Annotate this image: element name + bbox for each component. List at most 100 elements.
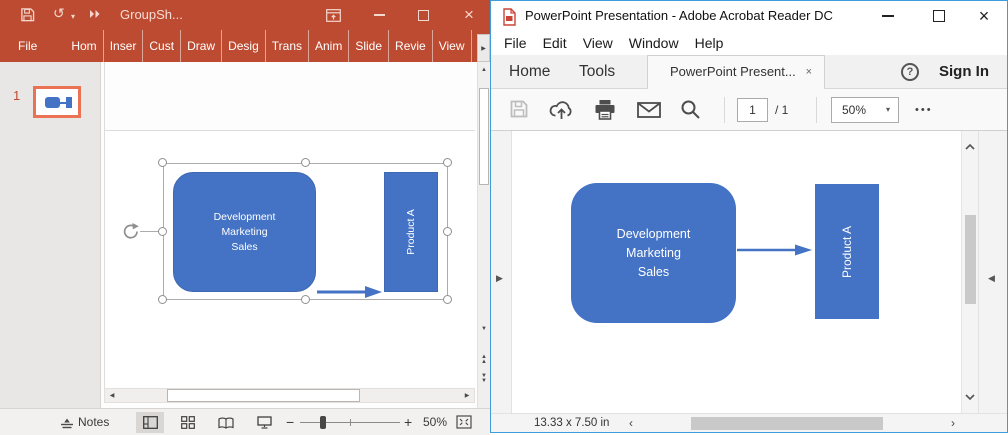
ribbon-tab-home[interactable]: Hom xyxy=(65,30,102,62)
ppt-close-button[interactable]: × xyxy=(459,0,479,30)
ribbon-tab-transitions[interactable]: Trans xyxy=(265,30,308,62)
reading-view-button[interactable] xyxy=(212,412,240,433)
acrobat-horizontal-scrollbar-thumb[interactable] xyxy=(691,417,883,430)
ppt-minimize-button[interactable] xyxy=(370,0,388,30)
tab-close-icon[interactable]: × xyxy=(806,56,812,88)
ribbon-tab-scroll-button[interactable]: ▶ xyxy=(477,34,490,62)
email-icon[interactable] xyxy=(637,102,661,123)
pdf-group-shape-line: Marketing xyxy=(626,244,681,263)
help-icon[interactable]: ? xyxy=(901,63,919,81)
ppt-slide-canvas[interactable]: Development Marketing Sales Product A ◀ … xyxy=(100,62,477,408)
group-shape-line: Marketing xyxy=(221,225,267,240)
ribbon-tab-insert[interactable]: Inser xyxy=(103,30,143,62)
fit-slide-to-window-icon[interactable] xyxy=(456,415,472,432)
sign-in-button[interactable]: Sign In xyxy=(939,55,989,89)
ppt-horizontal-scrollbar-thumb[interactable] xyxy=(167,389,360,402)
thumbnail-group-shape xyxy=(45,97,60,108)
product-shape-rectangle[interactable]: Product A xyxy=(384,172,438,292)
slide-sorter-view-button[interactable] xyxy=(174,412,202,433)
ppt-horizontal-scrollbar[interactable]: ◀ ▶ xyxy=(104,388,475,403)
ppt-ribbon-tabs: File Hom Inser Cust Draw Desig Trans Ani… xyxy=(0,30,490,62)
tools-pane-strip: ◀ xyxy=(978,131,1007,413)
acrobat-document-area: ▶ Development Marketing Sales Product A xyxy=(491,131,1007,413)
undo-dropdown-icon[interactable]: ▾ xyxy=(71,9,75,25)
save-icon-disabled[interactable] xyxy=(509,99,529,124)
undo-icon[interactable]: ↺ xyxy=(53,5,65,21)
notes-button[interactable]: Notes xyxy=(78,409,109,435)
selection-handle-top-middle[interactable] xyxy=(301,158,310,167)
zoom-in-button[interactable]: + xyxy=(404,409,412,435)
acrobat-window: PowerPoint Presentation - Adobe Acrobat … xyxy=(490,0,1008,433)
selection-handle-middle-left[interactable] xyxy=(158,227,167,236)
acrobat-vertical-scrollbar[interactable] xyxy=(961,131,978,413)
group-shape-line: Sales xyxy=(231,240,257,255)
print-icon[interactable] xyxy=(594,99,616,125)
cloud-upload-icon[interactable] xyxy=(549,99,574,125)
normal-view-button[interactable] xyxy=(136,412,164,433)
connector-arrow[interactable] xyxy=(317,284,383,305)
ribbon-tab-animations[interactable]: Anim xyxy=(308,30,348,62)
menu-file[interactable]: File xyxy=(496,31,535,55)
zoom-slider-thumb[interactable] xyxy=(320,416,326,429)
acrobat-vertical-scrollbar-thumb[interactable] xyxy=(965,215,976,304)
group-shape-rounded-rectangle[interactable]: Development Marketing Sales xyxy=(173,172,316,292)
acrobat-tab-bar: Home Tools PowerPoint Present... × ? Sig… xyxy=(491,55,1007,89)
save-icon[interactable] xyxy=(20,7,35,25)
navigation-pane-toggle-icon[interactable]: ▶ xyxy=(496,273,503,284)
tab-tools[interactable]: Tools xyxy=(579,55,615,89)
ppt-maximize-button[interactable] xyxy=(414,0,432,30)
scroll-down-icon[interactable]: ▼ xyxy=(478,325,490,333)
selection-handle-top-left[interactable] xyxy=(158,158,167,167)
acrobat-close-button[interactable]: × xyxy=(973,1,995,31)
previous-slide-icon[interactable]: ▲▲ xyxy=(478,355,490,365)
next-slide-icon[interactable]: ▼▼ xyxy=(478,374,490,384)
tab-home[interactable]: Home xyxy=(509,55,550,89)
acrobat-titlebar: PowerPoint Presentation - Adobe Acrobat … xyxy=(491,1,1007,31)
acrobat-toolbar: 1 / 1 50% ▾ ••• xyxy=(491,89,1007,131)
scroll-right-icon[interactable]: › xyxy=(951,414,955,432)
acrobat-menubar: File Edit View Window Help xyxy=(491,31,1007,55)
ribbon-tab-file[interactable]: File xyxy=(0,30,51,62)
ppt-zoom-level[interactable]: 50% xyxy=(423,409,447,435)
ribbon-tab-slideshow[interactable]: Slide xyxy=(348,30,388,62)
menu-view[interactable]: View xyxy=(575,31,621,55)
zoom-dropdown[interactable]: 50% ▾ xyxy=(831,97,899,123)
ribbon-tab-view[interactable]: View xyxy=(432,30,471,62)
selection-handle-bottom-right[interactable] xyxy=(443,295,452,304)
zoom-out-button[interactable]: − xyxy=(286,409,294,435)
scroll-down-icon[interactable] xyxy=(965,387,975,405)
more-commands-icon[interactable] xyxy=(89,9,101,26)
selection-handle-bottom-left[interactable] xyxy=(158,295,167,304)
scroll-up-icon[interactable]: ▲ xyxy=(478,66,490,74)
notes-icon[interactable] xyxy=(60,417,74,432)
search-icon[interactable] xyxy=(680,99,701,125)
selection-handle-top-right[interactable] xyxy=(443,158,452,167)
ribbon-tab-design[interactable]: Desig xyxy=(221,30,265,62)
ribbon-tab-custom[interactable]: Cust xyxy=(142,30,180,62)
scroll-left-icon[interactable]: ◀ xyxy=(105,389,119,402)
scroll-left-icon[interactable]: ‹ xyxy=(629,414,633,432)
pdf-product-shape-label: Product A xyxy=(840,225,854,277)
slide-thumbnail[interactable] xyxy=(33,86,81,118)
scroll-right-icon[interactable]: ▶ xyxy=(460,389,474,402)
tools-pane-toggle-icon[interactable]: ◀ xyxy=(988,273,995,284)
menu-help[interactable]: Help xyxy=(687,31,732,55)
more-tools-icon[interactable]: ••• xyxy=(915,89,933,131)
ribbon-tab-review[interactable]: Revie xyxy=(388,30,432,62)
ribbon-tab-draw[interactable]: Draw xyxy=(180,30,221,62)
tab-document[interactable]: PowerPoint Present... × xyxy=(647,55,825,89)
scroll-up-icon[interactable] xyxy=(965,137,975,155)
page-number-input[interactable]: 1 xyxy=(737,98,768,122)
selection-handle-middle-right[interactable] xyxy=(443,227,452,236)
acrobat-minimize-button[interactable] xyxy=(877,1,899,31)
rotation-handle-icon[interactable] xyxy=(121,222,140,246)
slideshow-view-button[interactable] xyxy=(250,412,278,433)
menu-edit[interactable]: Edit xyxy=(535,31,575,55)
selection-handle-bottom-middle[interactable] xyxy=(301,295,310,304)
ppt-vertical-scrollbar-thumb[interactable] xyxy=(479,88,489,185)
ribbon-display-options-icon[interactable] xyxy=(323,0,343,30)
menu-window[interactable]: Window xyxy=(621,31,687,55)
acrobat-maximize-button[interactable] xyxy=(928,1,950,31)
ppt-vertical-scrollbar[interactable]: ▲ ▼ ▲▲ ▼▼ xyxy=(477,62,490,408)
product-shape-label: Product A xyxy=(405,209,417,255)
